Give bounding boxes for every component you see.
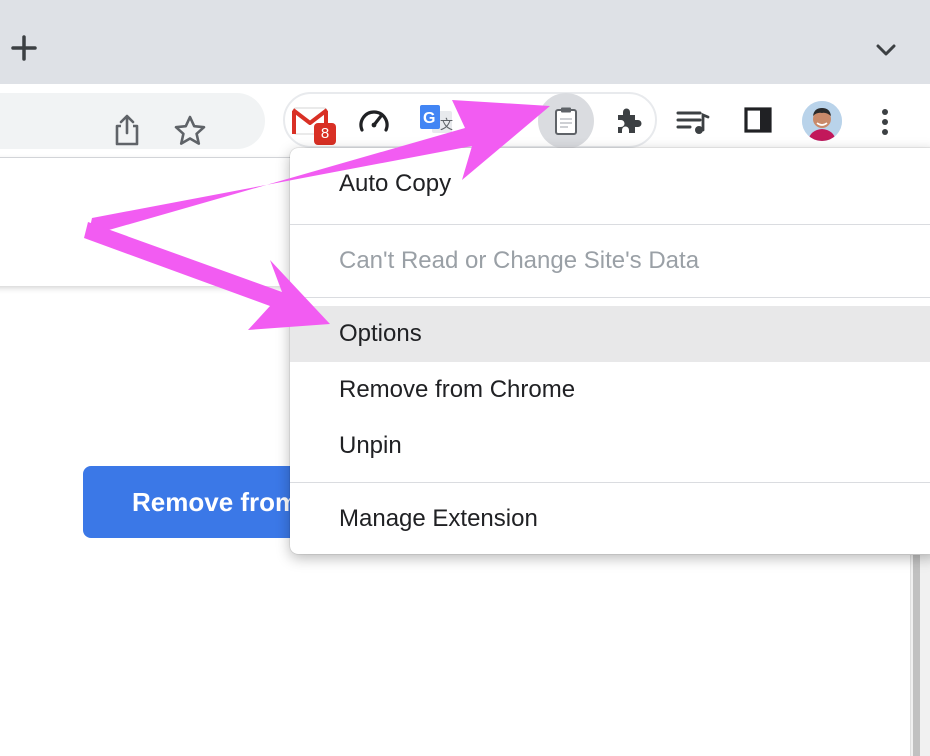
browser-toolbar: 8 文 G [0,84,930,158]
plus-icon[interactable] [10,34,38,62]
chevron-down-icon[interactable] [872,36,900,64]
menu-divider [290,224,930,225]
menu-item-remove-from-chrome[interactable]: Remove from Chrome [290,362,930,418]
puzzle-icon[interactable] [608,101,648,141]
translate-icon[interactable]: 文 G [416,101,456,141]
menu-item-unpin[interactable]: Unpin [290,418,930,474]
extension-context-menu: Auto Copy Can't Read or Change Site's Da… [290,148,930,554]
tab-strip [0,0,930,84]
scrollbar-thumb[interactable] [913,555,920,756]
profile-avatar[interactable] [802,101,842,141]
menu-item-manage-extension[interactable]: Manage Extension [290,491,930,547]
svg-text:文: 文 [440,118,453,133]
menu-divider [290,482,930,483]
kebab-menu-icon[interactable] [870,102,900,142]
speedometer-icon[interactable] [354,101,394,141]
trello-icon[interactable] [482,101,522,141]
pinned-extensions-group [283,92,657,148]
scrollbar[interactable] [910,555,930,756]
address-bar[interactable] [0,93,265,149]
side-panel-icon[interactable] [740,102,776,138]
menu-item-site-access: Can't Read or Change Site's Data [339,247,700,274]
share-icon[interactable] [110,113,144,147]
menu-item-extension-name[interactable]: Auto Copy [290,156,930,216]
clipboard-icon[interactable] [538,93,594,149]
media-queue-icon[interactable] [672,102,712,142]
extension-popup-card [0,158,310,286]
star-icon[interactable] [172,113,208,149]
svg-text:G: G [423,110,435,127]
gmail-icon[interactable]: 8 [290,101,336,145]
menu-item-options[interactable]: Options [290,306,930,362]
unread-count-badge: 8 [314,123,336,145]
menu-divider [290,297,930,298]
